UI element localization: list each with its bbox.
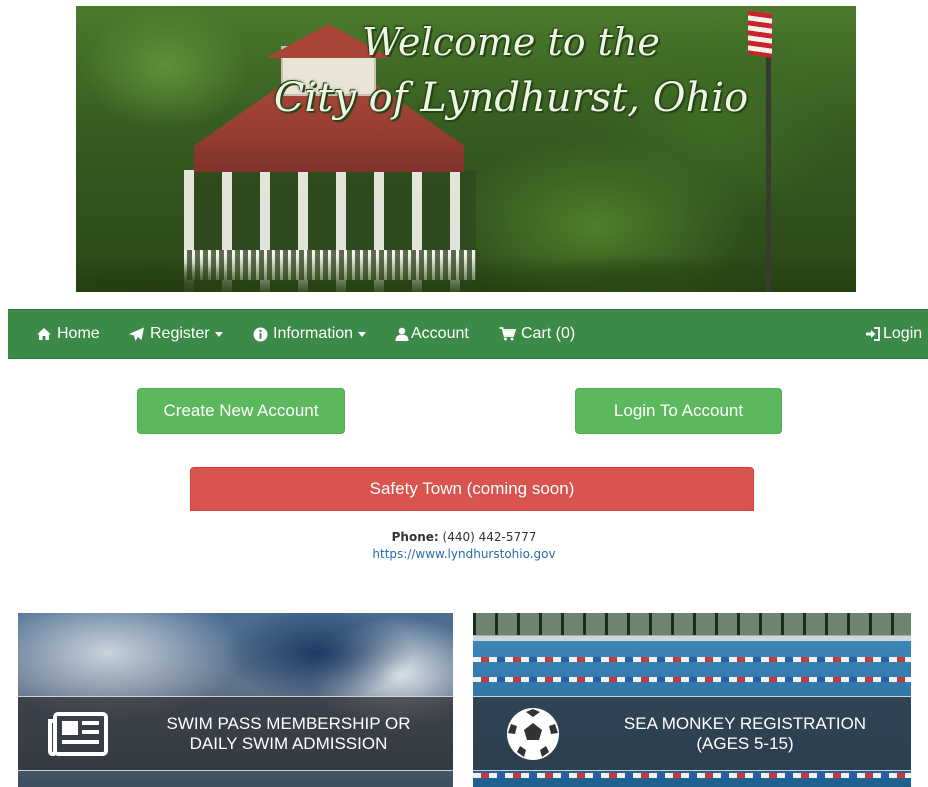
login-account-button[interactable]: Login To Account xyxy=(575,388,782,434)
paper-plane-icon xyxy=(128,327,145,342)
user-icon xyxy=(395,327,409,341)
hedge-row xyxy=(76,256,856,292)
shopping-cart-icon xyxy=(499,327,516,341)
swim-pass-label: SWIM PASS MEMBERSHIP OR DAILY SWIM ADMIS… xyxy=(138,714,453,754)
swim-pass-tile[interactable]: SWIM PASS MEMBERSHIP OR DAILY SWIM ADMIS… xyxy=(18,613,453,787)
banner-title-line1: Welcome to the xyxy=(362,20,660,64)
chevron-down-icon xyxy=(358,331,367,337)
sign-in-icon xyxy=(865,327,880,341)
nav-item-label: Information xyxy=(273,325,354,342)
info-circle-icon xyxy=(253,327,268,342)
swim-pass-label-line2: DAILY SWIM ADMISSION xyxy=(189,733,388,753)
sea-monkey-label-line1: SEA MONKEY REGISTRATION xyxy=(623,713,867,733)
sea-monkey-label: SEA MONKEY REGISTRATION (AGES 5-15) xyxy=(593,714,911,754)
safety-town-button[interactable]: Safety Town (coming soon) xyxy=(190,467,754,511)
swim-pass-label-line1: SWIM PASS MEMBERSHIP OR xyxy=(166,713,411,733)
phone-line: Phone: (440) 442-5777 xyxy=(0,529,928,546)
header-banner-image: Welcome to the City of Lyndhurst, Ohio xyxy=(76,6,856,292)
chevron-down-icon xyxy=(214,331,223,337)
nav-item-label: Cart (0) xyxy=(521,325,576,342)
nav-item-information[interactable]: Information xyxy=(253,325,367,343)
tile-caption-band: SEA MONKEY REGISTRATION (AGES 5-15) xyxy=(473,696,911,771)
main-navbar: Home Register Information Account Cart (… xyxy=(8,309,928,359)
nav-item-label: Home xyxy=(57,325,100,342)
nav-item-home[interactable]: Home xyxy=(36,325,100,343)
soccer-ball-icon xyxy=(473,706,593,762)
nav-item-label: Register xyxy=(150,325,210,342)
sea-monkey-label-line2: (AGES 5-15) xyxy=(696,733,794,753)
lane-rope xyxy=(473,657,911,662)
banner-title-line2: City of Lyndhurst, Ohio xyxy=(273,74,749,121)
banner-title: Welcome to the City of Lyndhurst, Ohio xyxy=(251,20,771,121)
lane-rope xyxy=(473,773,911,778)
contact-info: Phone: (440) 442-5777 https://www.lyndhu… xyxy=(0,529,928,563)
phone-label: Phone: xyxy=(391,530,439,544)
nav-item-login[interactable]: Login xyxy=(865,325,922,343)
website-link[interactable]: https://www.lyndhurstohio.gov xyxy=(0,546,928,563)
newspaper-icon xyxy=(18,711,138,757)
tile-caption-band: SWIM PASS MEMBERSHIP OR DAILY SWIM ADMIS… xyxy=(18,696,453,771)
home-icon xyxy=(36,327,52,341)
phone-number: (440) 442-5777 xyxy=(442,530,537,544)
create-account-button[interactable]: Create New Account xyxy=(137,388,345,434)
sea-monkey-tile[interactable]: SEA MONKEY REGISTRATION (AGES 5-15) xyxy=(473,613,911,787)
nav-item-register[interactable]: Register xyxy=(128,325,223,343)
nav-item-account[interactable]: Account xyxy=(395,325,469,343)
nav-item-cart[interactable]: Cart (0) xyxy=(499,325,575,343)
nav-item-label: Account xyxy=(411,325,469,342)
lane-rope xyxy=(473,677,911,682)
nav-item-label: Login xyxy=(883,325,923,342)
